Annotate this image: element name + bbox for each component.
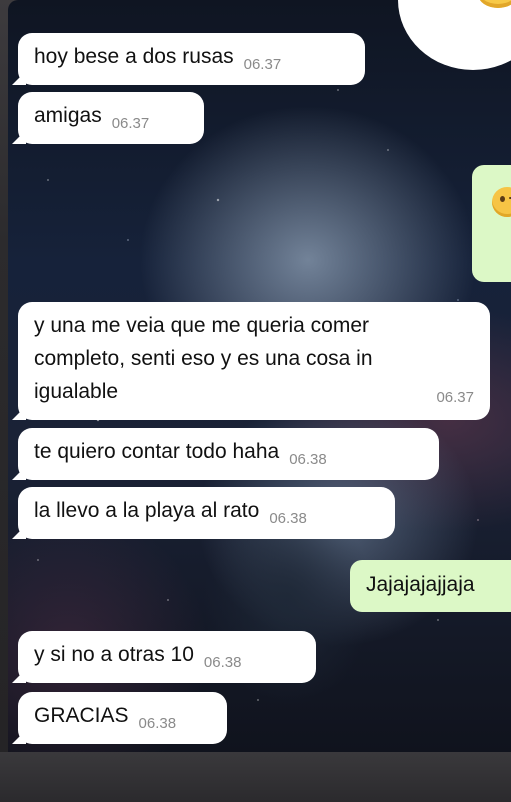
message-text: la llevo a la playa al rato (34, 499, 260, 522)
message-time: 06.37 (243, 56, 282, 73)
message-bubble[interactable]: GRACIAS 06.38 (12, 692, 227, 744)
outgoing-message-bubble[interactable]: Jajajajajjaja (350, 560, 511, 612)
message-text: amigas (34, 104, 102, 127)
bottom-bar (0, 752, 511, 802)
message-text: te quiero contar todo haha (34, 440, 280, 463)
message-time: 06.38 (138, 715, 177, 732)
message-bubble[interactable]: amigas 06.37 (12, 92, 204, 144)
message-time: 06.38 (203, 654, 242, 671)
smirking-face-icon (492, 187, 511, 217)
message-bubble[interactable]: te quiero contar todo haha 06.38 (12, 428, 439, 480)
message-time: 06.37 (436, 389, 474, 406)
message-text-line: y una me veia que me queria comer (34, 314, 370, 337)
message-time: 06.38 (289, 451, 327, 468)
message-bubble[interactable]: hoy bese a dos rusas 06.37 (12, 33, 365, 85)
message-text: GRACIAS (34, 704, 129, 727)
message-time: 06.38 (269, 510, 307, 527)
chat-background: hoy bese a dos rusas 06.37 amigas 06.37 y … (8, 0, 511, 752)
message-bubble[interactable]: y una me veia que me queria comer comple… (12, 302, 490, 420)
outgoing-emoji-bubble[interactable] (472, 165, 511, 282)
message-bubble[interactable]: y si no a otras 10 06.38 (12, 631, 316, 683)
message-text-line: igualable (34, 380, 119, 403)
message-text: hoy bese a dos rusas (34, 45, 234, 68)
message-time: 06.37 (111, 115, 150, 132)
screenshot-frame: hoy bese a dos rusas 06.37 amigas 06.37 y … (0, 0, 511, 802)
message-bubble[interactable]: la llevo a la playa al rato 06.38 (12, 487, 395, 539)
outgoing-message-text: Jajajajajjaja (366, 573, 475, 596)
message-text-line: completo, senti eso y es una cosa in (34, 347, 373, 370)
message-text: y si no a otras 10 (34, 643, 194, 666)
